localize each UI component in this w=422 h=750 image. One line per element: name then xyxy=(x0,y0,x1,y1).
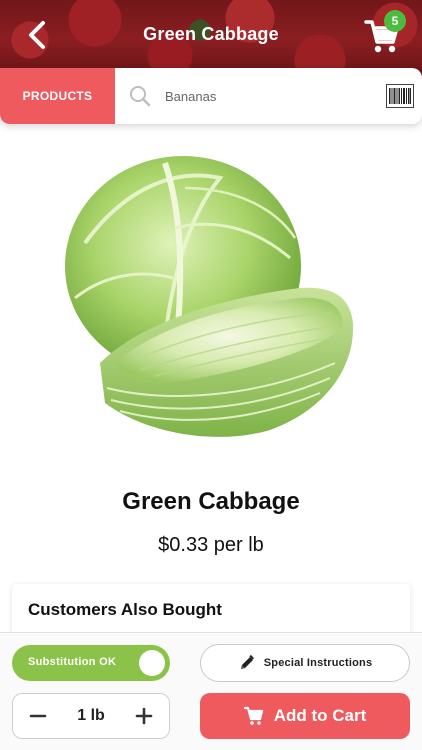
search-input[interactable] xyxy=(165,88,375,104)
product-name: Green Cabbage xyxy=(122,488,300,515)
substitution-label: Substitution OK xyxy=(28,656,117,668)
search-bar: PRODUCTS xyxy=(0,68,422,124)
search-icon xyxy=(130,86,151,107)
add-to-cart-label: Add to Cart xyxy=(273,706,367,725)
cart-button[interactable]: 5 xyxy=(364,10,406,54)
plus-icon xyxy=(135,707,153,725)
products-tab[interactable]: PRODUCTS xyxy=(0,68,115,124)
minus-icon xyxy=(29,714,47,718)
increase-button[interactable] xyxy=(133,705,155,727)
page-title: Green Cabbage xyxy=(143,24,279,44)
cart-count-badge: 5 xyxy=(384,10,406,32)
barcode-icon[interactable] xyxy=(386,84,414,108)
add-to-cart-button[interactable]: Add to Cart xyxy=(200,693,410,739)
shopping-cart-icon xyxy=(243,706,263,725)
special-instructions-button[interactable]: Special Instructions xyxy=(200,644,410,682)
quantity-stepper: 1 lb xyxy=(12,693,170,739)
bottom-action-bar: Substitution OK Special Instructions 1 l… xyxy=(0,632,422,750)
decrease-button[interactable] xyxy=(27,705,49,727)
section-title: Customers Also Bought xyxy=(28,600,222,619)
quantity-value: 1 lb xyxy=(77,707,105,724)
product-price: $0.33 per lb xyxy=(158,534,264,556)
substitution-toggle[interactable]: Substitution OK xyxy=(12,645,170,681)
toggle-knob xyxy=(139,650,165,676)
pencil-icon xyxy=(240,654,254,669)
product-image xyxy=(65,156,354,437)
special-instructions-label: Special Instructions xyxy=(263,657,373,669)
